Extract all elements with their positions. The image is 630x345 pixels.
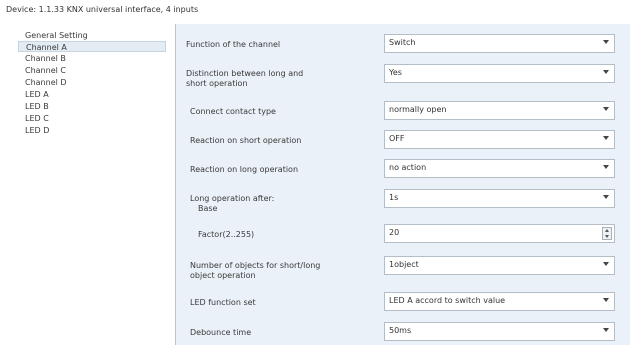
sidebar-item-channel-c[interactable]: Channel C <box>18 65 166 76</box>
sidebar-item-channel-b[interactable]: Channel B <box>18 53 166 64</box>
sidebar-item-led-a[interactable]: LED A <box>18 89 166 100</box>
param-label-function: Function of the channel <box>186 40 281 49</box>
long-op-select[interactable]: no action <box>384 159 615 178</box>
debounce-select-value: 50ms <box>389 326 412 335</box>
short-op-select[interactable]: OFF <box>384 130 615 149</box>
led-func-select[interactable]: LED A accord to switch value <box>384 292 615 311</box>
param-label-contact: Connect contact type <box>190 107 276 116</box>
distinction-select-value: Yes <box>389 68 402 77</box>
chevron-down-icon <box>603 136 609 140</box>
chevron-down-icon <box>603 298 609 302</box>
chevron-down-icon <box>603 195 609 199</box>
param-label-short: Reaction on short operation <box>190 136 302 145</box>
function-select[interactable]: Switch <box>384 34 615 53</box>
led-func-select-value: LED A accord to switch value <box>389 296 506 305</box>
param-label-distinction-2: short operation <box>186 79 248 88</box>
debounce-select[interactable]: 50ms <box>384 322 615 341</box>
distinction-select[interactable]: Yes <box>384 64 615 83</box>
sidebar-item-led-c[interactable]: LED C <box>18 113 166 124</box>
objects-select-value: 1object <box>389 260 419 269</box>
param-label-base: Base <box>198 204 218 213</box>
sidebar-item-led-b[interactable]: LED B <box>18 101 166 112</box>
param-label-factor: Factor(2..255) <box>198 230 255 239</box>
contact-select[interactable]: normally open <box>384 101 615 120</box>
spin-up-icon <box>605 229 609 232</box>
long-after-select-value: 1s <box>389 193 399 202</box>
window-title: Device: 1.1.33 KNX universal interface, … <box>6 5 199 14</box>
chevron-down-icon <box>603 262 609 266</box>
chevron-down-icon <box>603 165 609 169</box>
sidebar-nav: General Setting Channel A Channel B Chan… <box>18 25 168 345</box>
chevron-down-icon <box>603 328 609 332</box>
param-label-objects-2: object operation <box>190 271 256 280</box>
spin-down-icon <box>605 235 609 238</box>
chevron-down-icon <box>603 107 609 111</box>
spin-button[interactable] <box>602 227 612 240</box>
factor-input-value: 20 <box>389 228 400 237</box>
param-label-debounce: Debounce time <box>190 328 252 337</box>
objects-select[interactable]: 1object <box>384 256 615 275</box>
sidebar-item-channel-d[interactable]: Channel D <box>18 77 166 88</box>
chevron-down-icon <box>603 40 609 44</box>
param-label-led-func: LED function set <box>190 298 256 307</box>
short-op-select-value: OFF <box>389 134 405 143</box>
chevron-down-icon <box>603 70 609 74</box>
function-select-value: Switch <box>389 38 416 47</box>
parameter-panel: Function of the channel Switch Distincti… <box>176 24 630 345</box>
sidebar-item-general-setting[interactable]: General Setting <box>18 30 166 41</box>
sidebar-item-led-d[interactable]: LED D <box>18 125 166 136</box>
contact-select-value: normally open <box>389 105 447 114</box>
sidebar-item-channel-a[interactable]: Channel A <box>18 41 166 52</box>
long-op-select-value: no action <box>389 163 427 172</box>
long-after-select[interactable]: 1s <box>384 189 615 208</box>
factor-input[interactable]: 20 <box>384 224 615 243</box>
param-label-long: Reaction on long operation <box>190 165 299 174</box>
